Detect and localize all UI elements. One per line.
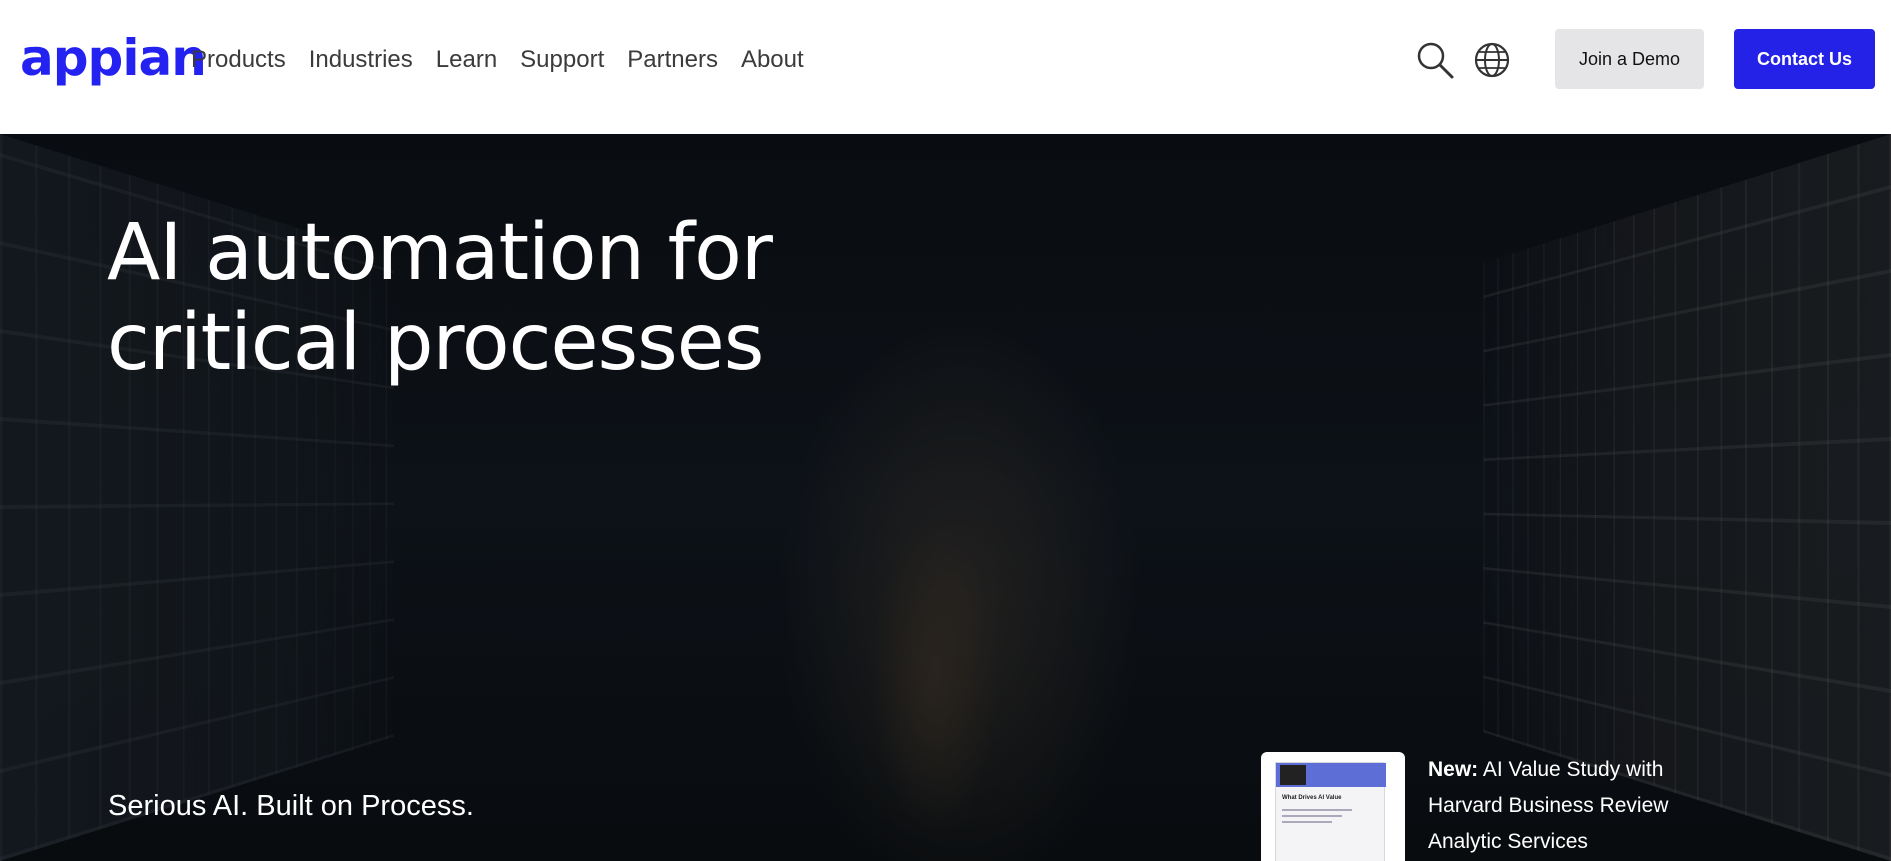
report-cover-title: What Drives AI Value (1282, 795, 1342, 801)
report-cover: What Drives AI Value (1275, 762, 1386, 861)
promo-card[interactable]: What Drives AI Value New: AI Value Study… (1261, 752, 1698, 861)
promo-badge: New: (1428, 758, 1479, 781)
nav-item-partners[interactable]: Partners (627, 44, 718, 76)
promo-text: New: AI Value Study with Harvard Busines… (1428, 752, 1698, 861)
nav-item-learn[interactable]: Learn (436, 44, 497, 76)
promo-thumbnail: What Drives AI Value (1261, 752, 1405, 861)
nav-item-products[interactable]: Products (191, 44, 286, 76)
hero-title-line2: critical processes (107, 298, 764, 388)
hero-section: AI automation for critical processes Ser… (0, 134, 1891, 861)
hero-tagline: Serious AI. Built on Process. (108, 790, 474, 822)
nav-item-about[interactable]: About (741, 44, 804, 76)
hero-title: AI automation for critical processes (107, 208, 1007, 388)
hero-title-line1: AI automation for (107, 208, 773, 298)
appian-logo[interactable]: appian (20, 28, 207, 88)
nav-item-support[interactable]: Support (520, 44, 604, 76)
contact-us-button[interactable]: Contact Us (1734, 29, 1875, 89)
globe-icon[interactable] (1472, 40, 1512, 80)
site-header: appian Products Industries Learn Support… (0, 0, 1891, 134)
nav-item-industries[interactable]: Industries (309, 44, 413, 76)
main-nav: Products Industries Learn Support Partne… (191, 44, 804, 76)
join-demo-button[interactable]: Join a Demo (1555, 29, 1704, 89)
search-icon[interactable] (1415, 40, 1455, 80)
